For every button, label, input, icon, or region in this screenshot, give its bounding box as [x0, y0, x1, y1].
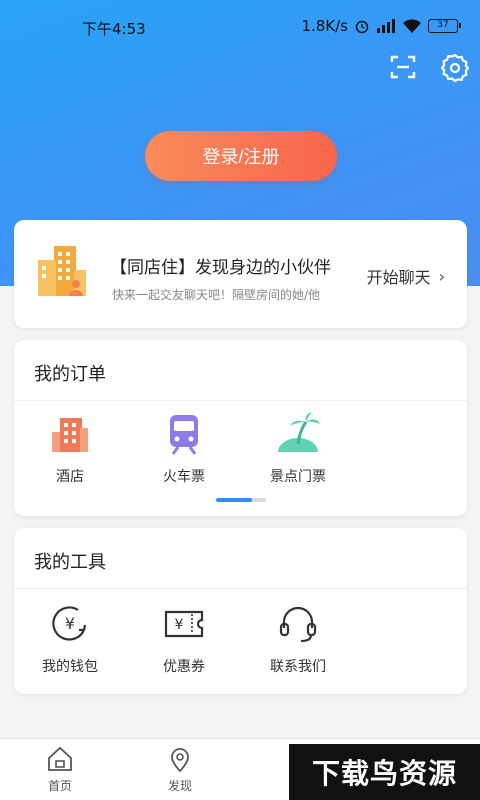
tab-discover[interactable]: 发现	[140, 745, 220, 794]
train-icon	[170, 415, 198, 455]
tool-contact-label: 联系我们	[270, 659, 326, 675]
order-attraction-label: 景点门票	[270, 469, 326, 485]
chevron-right-icon: ›	[438, 266, 445, 286]
start-chat-label: 开始聊天	[366, 268, 431, 287]
orders-divider	[14, 400, 467, 401]
tab-home-label: 首页	[47, 779, 72, 793]
tool-coupon-label: 优惠券	[163, 659, 205, 675]
tab-discover-label: 发现	[167, 779, 192, 793]
site-watermark: 下载鸟资源	[289, 744, 480, 800]
order-hotel[interactable]: 酒店	[20, 412, 120, 486]
start-chat-link[interactable]: 开始聊天 ›	[367, 264, 445, 288]
my-tools-card: 我的工具 ¥ 我的钱包 ¥ 优惠券 联系我们	[14, 528, 467, 694]
coupon-icon: ¥	[164, 610, 204, 638]
home-icon	[48, 746, 72, 771]
header-actions	[388, 52, 470, 82]
alarm-icon	[355, 20, 369, 34]
page-indicator	[216, 498, 266, 502]
scan-icon[interactable]	[388, 52, 418, 82]
order-train[interactable]: 火车票	[134, 412, 234, 486]
orders-title: 我的订单	[34, 364, 106, 385]
tool-wallet[interactable]: ¥ 我的钱包	[20, 602, 120, 676]
tool-wallet-label: 我的钱包	[42, 659, 98, 675]
tab-home[interactable]: 首页	[20, 745, 100, 794]
tool-coupon[interactable]: ¥ 优惠券	[134, 602, 234, 676]
net-speed: 1.8K/s	[301, 17, 348, 35]
gear-icon[interactable]	[440, 52, 470, 82]
tools-divider	[14, 588, 467, 589]
building-icon	[38, 246, 86, 296]
headset-icon	[279, 606, 317, 643]
battery-indicator: 37	[428, 19, 461, 33]
wifi-icon	[403, 18, 421, 33]
status-bar: 下午4:53 1.8K/s 37	[0, 0, 480, 50]
roommate-promo-card[interactable]: 【同店住】发现身边的小伙伴 快来一起交友聊天吧！隔壁房间的她/他 开始聊天 ›	[14, 220, 467, 328]
status-indicators: 1.8K/s 37	[301, 17, 461, 35]
order-train-label: 火车票	[163, 469, 205, 485]
tool-contact[interactable]: 联系我们	[248, 602, 348, 676]
my-orders-card: 我的订单 酒店 火车票 景点门票	[14, 340, 467, 516]
hotel-icon	[52, 418, 88, 452]
order-attraction[interactable]: 景点门票	[248, 412, 348, 486]
order-hotel-label: 酒店	[56, 469, 84, 485]
status-time: 下午4:53	[82, 20, 146, 38]
wallet-icon: ¥	[52, 606, 87, 641]
promo-title: 【同店住】发现身边的小伙伴	[110, 258, 331, 278]
page-indicator-fill	[216, 498, 252, 502]
promo-subtitle: 快来一起交友聊天吧！隔壁房间的她/他	[112, 288, 321, 302]
location-icon	[171, 748, 189, 773]
login-register-button[interactable]: 登录/注册	[145, 131, 337, 181]
tools-title: 我的工具	[34, 552, 106, 573]
signal-icon	[377, 19, 395, 33]
svg-text:¥: ¥	[65, 614, 75, 633]
svg-text:¥: ¥	[175, 617, 184, 633]
island-icon	[278, 412, 320, 452]
